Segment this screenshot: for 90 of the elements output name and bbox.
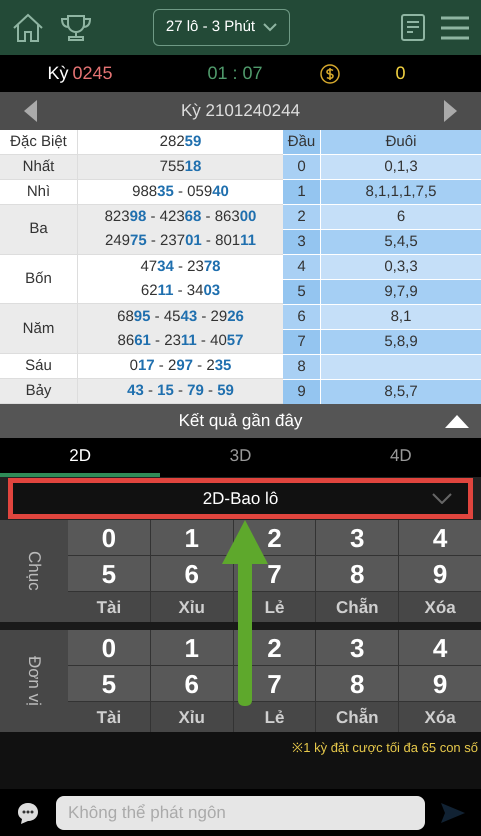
- action-key[interactable]: Chẵn: [316, 592, 398, 624]
- prize-numbers: 4734 - 2378: [140, 256, 221, 277]
- table-cell: 8,1,1,1,7,5: [321, 180, 481, 204]
- digit-key[interactable]: 9: [399, 556, 481, 591]
- digit-key[interactable]: 8: [316, 556, 398, 591]
- prize-name: Ba: [0, 204, 78, 255]
- table-cell: 5,4,5: [321, 230, 481, 254]
- previous-arrow-icon[interactable]: [24, 100, 37, 122]
- period-label: Kỳ: [47, 62, 68, 85]
- digit-key[interactable]: 6: [150, 556, 233, 591]
- digit-key[interactable]: 5: [68, 556, 150, 591]
- table-cell: 8,1: [321, 305, 481, 329]
- digit-key[interactable]: 3: [316, 630, 398, 665]
- column-header: Đầu: [283, 130, 320, 154]
- collapse-triangle-icon[interactable]: [445, 415, 469, 428]
- table-cell: 9,7,9: [321, 280, 481, 304]
- prize-numbers: 43 - 15 - 79 - 59: [127, 380, 234, 401]
- prize-numbers: 6895 - 4543 - 2926: [117, 306, 244, 327]
- action-key[interactable]: Xỉu: [150, 592, 233, 624]
- next-arrow-icon[interactable]: [444, 100, 457, 122]
- digit-key[interactable]: 1: [150, 630, 233, 665]
- table-cell: 6: [321, 205, 481, 229]
- prize-numbers: 28259: [160, 132, 202, 152]
- table-cell: 8: [283, 355, 320, 379]
- table-cell: 6: [283, 305, 320, 329]
- prize-numbers: 24975 - 23701 - 80111: [105, 231, 256, 252]
- home-icon[interactable]: [12, 12, 44, 42]
- countdown: 01 : 07: [206, 62, 264, 85]
- chat-bubble-icon[interactable]: [16, 800, 40, 824]
- prize-name: Bảy: [0, 379, 78, 404]
- table-cell: 5,8,9: [321, 330, 481, 354]
- chevron-down-icon: [432, 493, 452, 504]
- table-cell: 4: [283, 255, 320, 279]
- table-cell: 8,5,7: [321, 380, 481, 404]
- prize-numbers: 98835 - 05940: [132, 182, 229, 202]
- action-key[interactable]: Tài: [68, 702, 150, 734]
- table-cell: 0,3,3: [321, 255, 481, 279]
- notice-text: ※1 kỳ đặt cược tối đa 65 con số: [292, 739, 478, 756]
- prize-name: Nhất: [0, 154, 78, 180]
- period-number: 0245: [72, 62, 113, 85]
- prize-name: Đặc Biệt: [0, 130, 78, 155]
- period-title: Kỳ 2101240244: [180, 100, 300, 122]
- digit-key[interactable]: 8: [316, 666, 398, 701]
- digit-key[interactable]: 4: [399, 520, 481, 555]
- prize-name: Năm: [0, 304, 78, 354]
- tab[interactable]: 3D: [160, 438, 321, 477]
- prize-numbers: 75518: [160, 156, 202, 177]
- digit-key[interactable]: 9: [399, 666, 481, 701]
- prize-numbers: 017 - 297 - 235: [130, 356, 232, 376]
- bet-type-dropdown[interactable]: 2D-Bao lô: [13, 483, 468, 514]
- action-key[interactable]: Tài: [68, 592, 150, 624]
- digit-key[interactable]: 0: [68, 520, 150, 555]
- prize-numbers: 8661 - 2311 - 4057: [118, 330, 244, 351]
- action-key[interactable]: Lẻ: [234, 702, 316, 734]
- tab[interactable]: 4D: [320, 438, 481, 477]
- table-cell: 0,1,3: [321, 155, 481, 179]
- table-cell: 7: [283, 330, 320, 354]
- balance: 0: [394, 62, 406, 85]
- prize-name: Bốn: [0, 254, 78, 304]
- document-icon[interactable]: [401, 14, 425, 41]
- prize-numbers: 82398 - 42368 - 86300: [104, 206, 256, 227]
- table-cell: 1: [283, 180, 320, 204]
- trophy-icon[interactable]: [60, 14, 92, 42]
- table-cell: 3: [283, 230, 320, 254]
- digit-key[interactable]: 5: [68, 666, 150, 701]
- chevron-down-icon: [263, 23, 278, 32]
- table-cell: 9: [283, 380, 320, 404]
- action-key[interactable]: Xóa: [399, 592, 481, 624]
- row-label: Chục: [0, 520, 68, 622]
- action-key[interactable]: Xỉu: [150, 702, 233, 734]
- menu-icon[interactable]: [441, 16, 469, 40]
- action-key[interactable]: Xóa: [399, 702, 481, 734]
- row-label: Đơn vị: [0, 630, 68, 732]
- chat-input-field[interactable]: Không thể phát ngôn: [56, 796, 425, 830]
- table-cell: 0: [283, 155, 320, 179]
- prize-numbers: 6211 - 3403: [140, 281, 220, 302]
- column-header: Đuôi: [321, 130, 481, 154]
- action-key[interactable]: Chẵn: [316, 702, 398, 734]
- digit-key[interactable]: 4: [399, 630, 481, 665]
- table-cell: 5: [283, 280, 320, 304]
- game-selector[interactable]: 27 lô - 3 Phút: [152, 9, 290, 46]
- digit-key[interactable]: 6: [150, 666, 233, 701]
- prize-name: Nhì: [0, 180, 78, 205]
- section-title: Kết quả gần đây: [178, 410, 302, 432]
- digit-key[interactable]: 3: [316, 520, 398, 555]
- prize-name: Sáu: [0, 354, 78, 380]
- coin-icon: [320, 64, 340, 84]
- digit-key[interactable]: 1: [150, 520, 233, 555]
- table-cell: 2: [283, 205, 320, 229]
- digit-key[interactable]: 0: [68, 630, 150, 665]
